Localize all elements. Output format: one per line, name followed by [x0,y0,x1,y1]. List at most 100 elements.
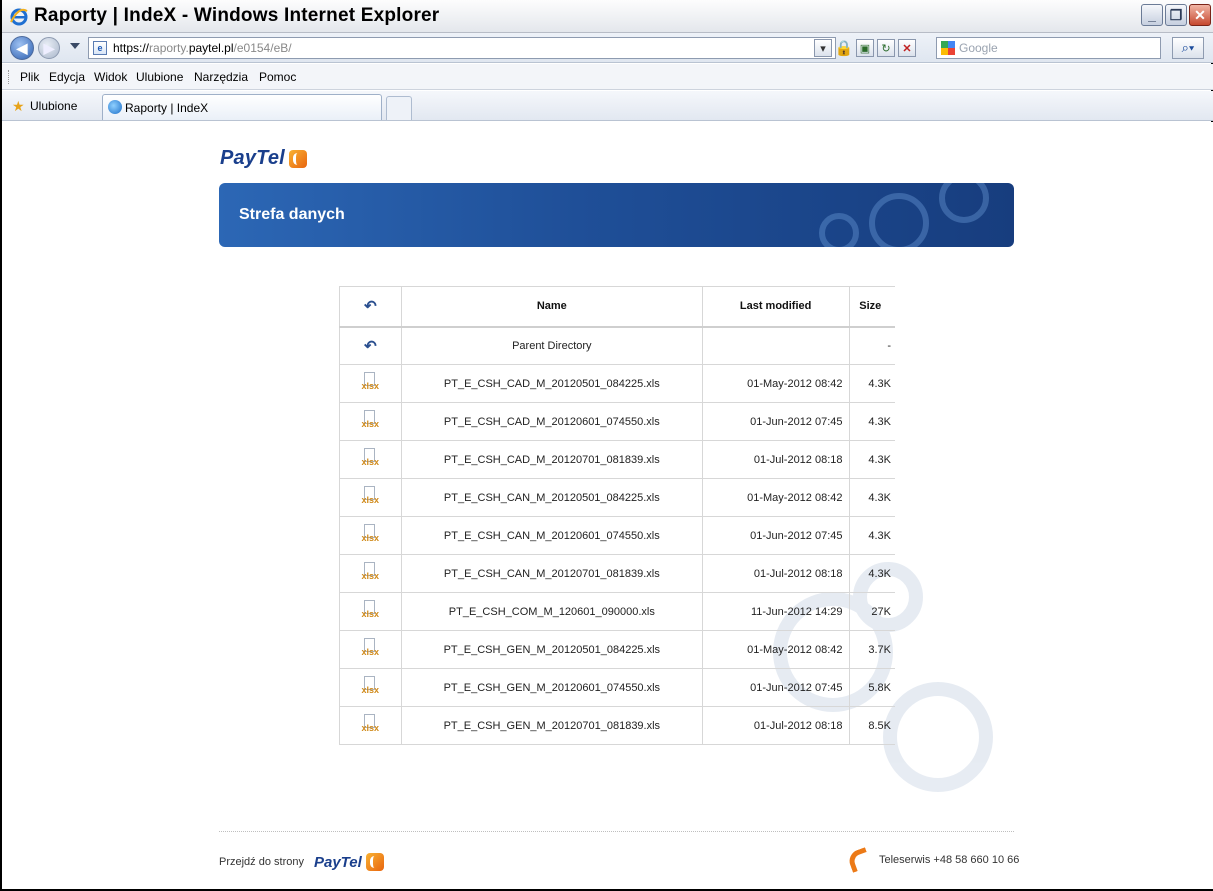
file-name-link[interactable]: PT_E_CSH_GEN_M_20120701_081839.xls [401,706,703,745]
minimize-icon: _ [1148,7,1156,23]
file-modified: 01-Jun-2012 07:45 [702,516,850,555]
table-row[interactable]: xlsx PT_E_CSH_GEN_M_20120601_074550.xls 01… [339,668,895,707]
file-icon-cell[interactable]: xlsx [339,516,402,555]
banner-title: Strefa danych [239,206,345,223]
menu-bar: Plik Edycja Widok Ulubione Narzędzia Pom… [2,64,1213,90]
table-row[interactable]: xlsx PT_E_CSH_CAN_M_20120501_084225.xls 01… [339,478,895,517]
history-dropdown-icon[interactable] [70,43,80,49]
refresh-icon: ↻ [881,42,891,55]
favorites-star-icon[interactable]: ★ [12,98,25,115]
file-name-link[interactable]: PT_E_CSH_GEN_M_20120601_074550.xls [401,668,703,707]
table-row[interactable]: xlsx PT_E_CSH_GEN_M_20120501_084225.xls 01… [339,630,895,669]
search-icon: ⌕▾ [1181,40,1195,55]
banner-decoration [869,193,929,247]
file-name-link[interactable]: PT_E_CSH_CAD_M_20120701_081839.xls [401,440,703,479]
file-modified: 01-Jul-2012 08:18 [702,440,850,479]
file-modified: 01-Jun-2012 07:45 [702,668,850,707]
forward-button[interactable]: ▶ [38,37,60,59]
favorites-bar: ★ Ulubione Raporty | IndeX [2,91,1213,121]
menu-widok[interactable]: Widok [94,70,127,84]
favorites-button[interactable]: Ulubione [30,99,77,113]
file-modified: 01-Jul-2012 08:18 [702,554,850,593]
new-tab-button[interactable] [386,96,412,120]
file-icon-cell[interactable]: xlsx [339,706,402,745]
stop-button[interactable]: ✕ [898,39,916,57]
file-icon-cell[interactable]: xlsx [339,402,402,441]
file-name-link[interactable]: PT_E_CSH_CAN_M_20120501_084225.xls [401,478,703,517]
file-size: 4.3K [849,402,895,441]
file-size: 5.8K [849,668,895,707]
parent-modified [702,326,850,365]
file-name-link[interactable]: PT_E_CSH_GEN_M_20120501_084225.xls [401,630,703,669]
table-row[interactable]: xlsx PT_E_CSH_CAD_M_20120601_074550.xls 01… [339,402,895,441]
file-name-link[interactable]: PT_E_CSH_COM_M_120601_090000.xls [401,592,703,631]
file-name-link[interactable]: PT_E_CSH_CAD_M_20120601_074550.xls [401,402,703,441]
menu-narzedzia[interactable]: Narzędzia [194,70,248,84]
file-name-link[interactable]: PT_E_CSH_CAN_M_20120601_074550.xls [401,516,703,555]
file-modified: 01-Jun-2012 07:45 [702,402,850,441]
file-icon-cell[interactable]: xlsx [339,478,402,517]
title-bar: Raporty | IndeX - Windows Internet Explo… [2,0,1213,33]
parent-directory-link[interactable]: Parent Directory [401,326,703,365]
file-listing-table: ↶ Name Last modified Size ↶ Parent Direc… [339,286,895,745]
modified-column-header[interactable]: Last modified [702,286,850,328]
stop-icon: ✕ [902,42,912,55]
table-row[interactable]: xlsx PT_E_CSH_CAN_M_20120701_081839.xls 01… [339,554,895,593]
file-size: 4.3K [849,440,895,479]
refresh-button[interactable]: ↻ [877,39,895,57]
file-modified: 01-May-2012 08:42 [702,478,850,517]
window-controls: _ ❐ ✕ [1141,4,1211,26]
file-icon-cell[interactable]: xlsx [339,630,402,669]
parent-icon-cell[interactable]: ↶ [339,326,402,365]
parent-size: - [849,326,895,365]
search-button[interactable]: ⌕▾ [1172,37,1204,59]
teleservice-text: Teleserwis +48 58 660 10 66 [879,854,1020,866]
table-row[interactable]: xlsx PT_E_CSH_CAN_M_20120601_074550.xls 01… [339,516,895,555]
footer-logo-link[interactable]: PayTel [314,854,362,871]
close-button[interactable]: ✕ [1189,4,1211,26]
search-input[interactable]: Google [936,37,1161,59]
address-dropdown-button[interactable]: ▾ [814,39,832,57]
paytel-logo[interactable]: PayTel [220,147,307,170]
lock-icon[interactable]: 🔒 [835,39,854,57]
browser-window: Raporty | IndeX - Windows Internet Explo… [0,0,1213,891]
menu-plik[interactable]: Plik [20,70,39,84]
tab-raporty[interactable]: Raporty | IndeX [102,94,382,120]
back-arrow-icon: ◀ [16,39,28,56]
excel-file-icon: xlsx [360,524,380,544]
back-button[interactable]: ◀ [10,36,34,60]
name-column-header[interactable]: Name [401,286,703,328]
menu-pomoc[interactable]: Pomoc [259,70,296,84]
page-content: PayTel Strefa danych ↶ Name Last modifie… [2,122,1213,889]
minimize-button[interactable]: _ [1141,4,1163,26]
excel-file-icon: xlsx [360,600,380,620]
file-modified: 01-Jul-2012 08:18 [702,706,850,745]
menu-edycja[interactable]: Edycja [49,70,85,84]
file-name-link[interactable]: PT_E_CSH_CAD_M_20120501_084225.xls [401,364,703,403]
restore-button[interactable]: ❐ [1165,4,1187,26]
compatibility-button[interactable]: ▣ [856,39,874,57]
file-icon-cell[interactable]: xlsx [339,440,402,479]
file-icon-cell[interactable]: xlsx [339,364,402,403]
address-input[interactable]: e https://raporty.paytel.pl/e0154/eB/ [88,37,836,59]
phone-icon [846,847,872,873]
file-icon-cell[interactable]: xlsx [339,592,402,631]
file-name-link[interactable]: PT_E_CSH_CAN_M_20120701_081839.xls [401,554,703,593]
file-size: 4.3K [849,554,895,593]
file-icon-cell[interactable]: xlsx [339,554,402,593]
goto-site-label: Przejdź do strony [219,856,304,868]
header-banner: Strefa danych [219,183,1014,247]
file-icon-cell[interactable]: xlsx [339,668,402,707]
table-row[interactable]: xlsx PT_E_CSH_CAD_M_20120701_081839.xls 01… [339,440,895,479]
size-column-header[interactable]: Size [849,286,895,328]
menu-ulubione[interactable]: Ulubione [136,70,183,84]
excel-file-icon: xlsx [360,676,380,696]
logo-text: PayTel [220,147,285,169]
sort-icon-header[interactable]: ↶ [339,286,402,328]
compatibility-icon: ▣ [859,42,871,55]
table-row[interactable]: xlsx PT_E_CSH_GEN_M_20120701_081839.xls 01… [339,706,895,745]
restore-icon: ❐ [1169,6,1183,23]
parent-directory-row[interactable]: ↶ Parent Directory - [339,326,895,365]
table-row[interactable]: xlsx PT_E_CSH_COM_M_120601_090000.xls 11-J… [339,592,895,631]
table-row[interactable]: xlsx PT_E_CSH_CAD_M_20120501_084225.xls 01… [339,364,895,403]
